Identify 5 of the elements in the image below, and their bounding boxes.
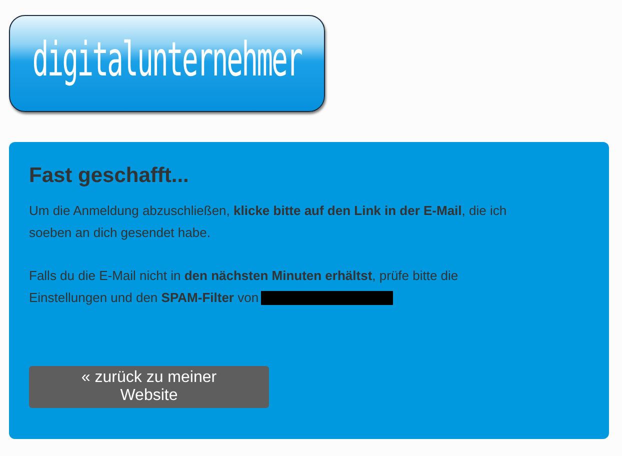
card-title: Fast geschafft...: [29, 164, 190, 188]
logo: digitalunternehmer: [9, 15, 325, 112]
back-to-website-button[interactable]: « zurück zu meiner Website: [29, 366, 269, 408]
message-text: Falls du die E-Mail nicht in den nächsten Minuten erhältst, prüfe bitte die Einstellungen und den SPAM-Filter von: [29, 268, 458, 305]
message-text: Um die Anmeldung abzuschließen, klicke bitte auf den Link in der E-Mail, die ich soeben an dich gesendet habe.: [29, 203, 507, 240]
